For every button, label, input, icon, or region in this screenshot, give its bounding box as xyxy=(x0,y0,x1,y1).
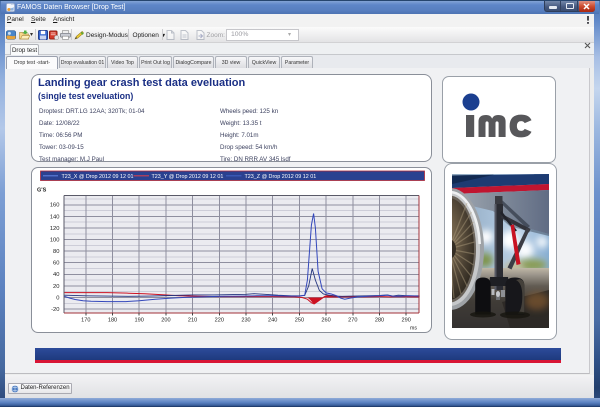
svg-text:40: 40 xyxy=(53,272,59,278)
svg-text:170: 170 xyxy=(81,318,90,324)
svg-text:200: 200 xyxy=(161,318,170,324)
svg-text:240: 240 xyxy=(268,318,277,324)
svg-text:80: 80 xyxy=(53,249,59,255)
svg-text:T23_X @ Drop 2012 09 12 01: T23_X @ Drop 2012 09 12 01 xyxy=(61,174,133,180)
svg-text:250: 250 xyxy=(294,318,303,324)
svg-text:-20: -20 xyxy=(51,307,59,313)
svg-text:T23_Y @ Drop 2012 09 12 01: T23_Y @ Drop 2012 09 12 01 xyxy=(151,174,223,180)
svg-text:ms: ms xyxy=(410,326,417,332)
svg-text:140: 140 xyxy=(49,214,59,220)
svg-text:230: 230 xyxy=(241,318,250,324)
svg-text:120: 120 xyxy=(49,226,59,232)
svg-text:100: 100 xyxy=(49,237,59,243)
svg-text:280: 280 xyxy=(374,318,383,324)
svg-text:270: 270 xyxy=(348,318,357,324)
svg-text:G'S: G'S xyxy=(37,188,47,194)
svg-text:260: 260 xyxy=(321,318,330,324)
svg-text:60: 60 xyxy=(53,261,59,267)
svg-text:190: 190 xyxy=(134,318,143,324)
svg-text:220: 220 xyxy=(214,318,223,324)
svg-text:0: 0 xyxy=(56,295,59,301)
svg-text:20: 20 xyxy=(53,284,59,290)
svg-text:180: 180 xyxy=(107,318,116,324)
svg-text:210: 210 xyxy=(187,318,196,324)
svg-text:160: 160 xyxy=(49,203,59,209)
svg-text:290: 290 xyxy=(401,318,410,324)
svg-text:T23_Z @ Drop 2012 09 12 01: T23_Z @ Drop 2012 09 12 01 xyxy=(244,174,316,180)
